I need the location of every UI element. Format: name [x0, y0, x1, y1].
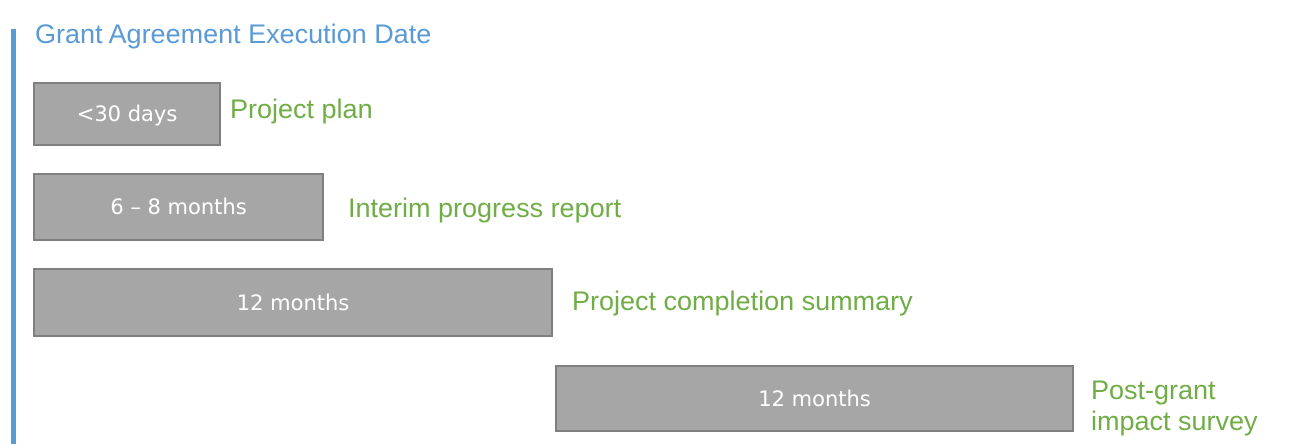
- deliverable-label-line: impact survey: [1091, 406, 1258, 437]
- diagram-title: Grant Agreement Execution Date: [35, 19, 432, 49]
- bar-duration-label: <30 days: [76, 102, 178, 126]
- deliverable-label-project-plan: Project plan: [230, 94, 373, 124]
- timeline-bar-completion-summary: 12 months: [33, 268, 553, 337]
- timeline-bar-project-plan: <30 days: [33, 82, 221, 146]
- timeline-left-rule: [11, 29, 16, 444]
- bar-duration-label: 6 – 8 months: [110, 195, 247, 219]
- deliverable-label-impact-survey: Post-grant impact survey: [1091, 375, 1258, 437]
- timeline-bar-interim-report: 6 – 8 months: [33, 173, 324, 241]
- bar-duration-label: 12 months: [236, 290, 350, 315]
- bar-duration-label: 12 months: [758, 386, 871, 411]
- deliverable-label-interim-report: Interim progress report: [348, 193, 622, 223]
- timeline-bar-impact-survey: 12 months: [555, 365, 1074, 432]
- deliverable-label-line: Post-grant: [1091, 375, 1216, 405]
- deliverable-label-completion-summary: Project completion summary: [572, 286, 913, 316]
